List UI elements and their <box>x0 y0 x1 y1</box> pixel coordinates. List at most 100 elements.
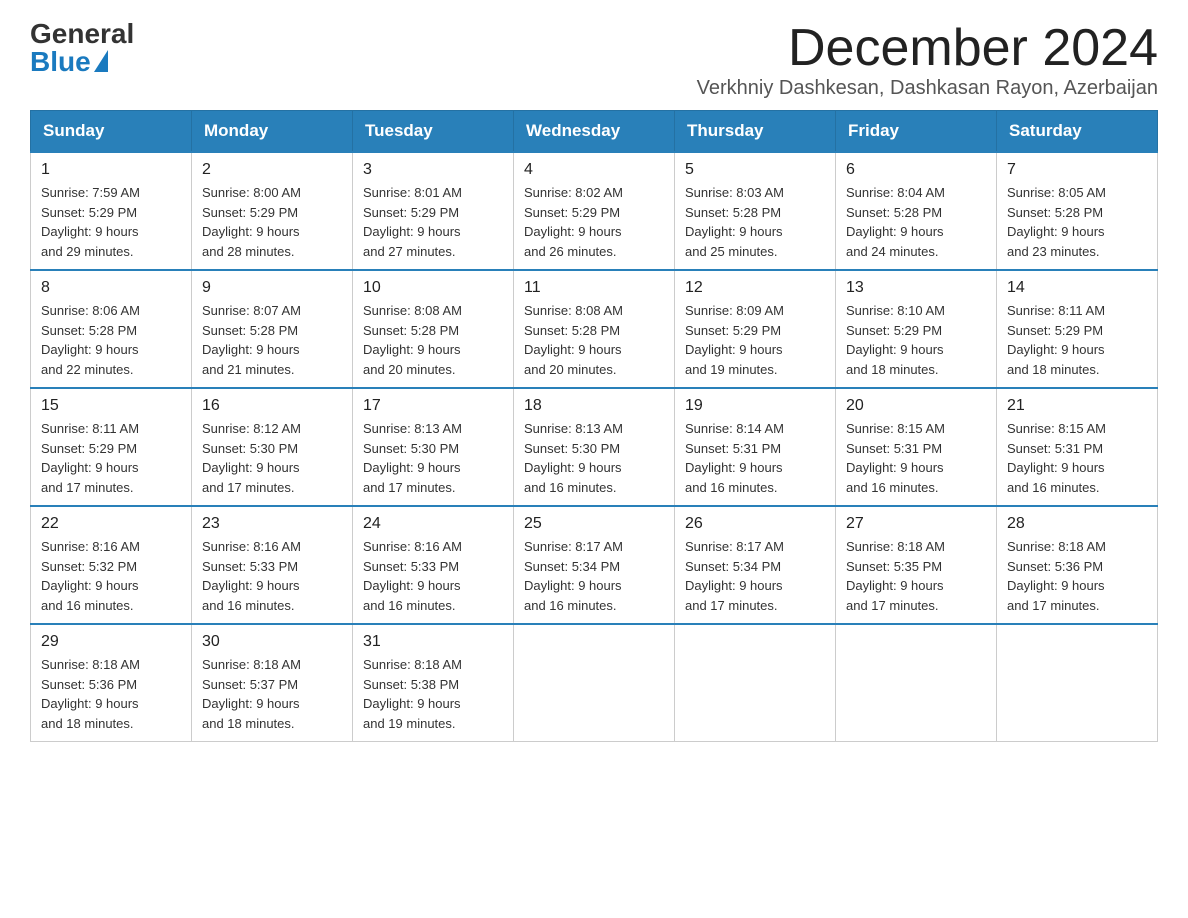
logo-blue-text: Blue <box>30 48 108 76</box>
calendar-cell: 16Sunrise: 8:12 AMSunset: 5:30 PMDayligh… <box>192 388 353 506</box>
day-info: Sunrise: 8:11 AMSunset: 5:29 PMDaylight:… <box>1007 301 1147 379</box>
calendar-cell: 29Sunrise: 8:18 AMSunset: 5:36 PMDayligh… <box>31 624 192 742</box>
calendar-cell: 8 Sunrise: 8:06 AMSunset: 5:28 PMDaylight… <box>31 270 192 388</box>
day-info: Sunrise: 8:17 AMSunset: 5:34 PMDaylight:… <box>524 537 664 615</box>
day-number: 3 <box>363 161 503 179</box>
calendar-cell: 2 Sunrise: 8:00 AMSunset: 5:29 PMDaylight… <box>192 152 353 270</box>
calendar-header-row: SundayMondayTuesdayWednesdayThursdayFrid… <box>31 111 1158 153</box>
logo-general-text: General <box>30 20 134 48</box>
day-info: Sunrise: 8:01 AMSunset: 5:29 PMDaylight:… <box>363 183 503 261</box>
day-header-thursday: Thursday <box>675 111 836 153</box>
day-header-friday: Friday <box>836 111 997 153</box>
calendar-cell: 3 Sunrise: 8:01 AMSunset: 5:29 PMDaylight… <box>353 152 514 270</box>
day-info: Sunrise: 8:08 AMSunset: 5:28 PMDaylight:… <box>524 301 664 379</box>
day-info: Sunrise: 8:04 AMSunset: 5:28 PMDaylight:… <box>846 183 986 261</box>
calendar-cell: 18Sunrise: 8:13 AMSunset: 5:30 PMDayligh… <box>514 388 675 506</box>
logo-triangle-icon <box>94 50 108 72</box>
calendar-cell: 27 Sunrise: 8:18 AMSunset: 5:35 PMDayligh… <box>836 506 997 624</box>
day-number: 20 <box>846 397 986 415</box>
day-info: Sunrise: 8:16 AMSunset: 5:33 PMDaylight:… <box>363 537 503 615</box>
calendar-table: SundayMondayTuesdayWednesdayThursdayFrid… <box>30 110 1158 742</box>
day-header-monday: Monday <box>192 111 353 153</box>
month-year-title: December 2024 <box>697 20 1158 77</box>
day-info: Sunrise: 8:05 AMSunset: 5:28 PMDaylight:… <box>1007 183 1147 261</box>
day-number: 2 <box>202 161 342 179</box>
calendar-cell: 13 Sunrise: 8:10 AMSunset: 5:29 PMDayligh… <box>836 270 997 388</box>
day-header-wednesday: Wednesday <box>514 111 675 153</box>
calendar-cell: 19 Sunrise: 8:14 AMSunset: 5:31 PMDayligh… <box>675 388 836 506</box>
day-info: Sunrise: 8:18 AMSunset: 5:35 PMDaylight:… <box>846 537 986 615</box>
day-info: Sunrise: 8:18 AMSunset: 5:38 PMDaylight:… <box>363 655 503 733</box>
location-subtitle: Verkhniy Dashkesan, Dashkasan Rayon, Aze… <box>697 77 1158 100</box>
day-info: Sunrise: 8:08 AMSunset: 5:28 PMDaylight:… <box>363 301 503 379</box>
calendar-cell <box>997 624 1158 742</box>
day-number: 17 <box>363 397 503 415</box>
day-info: Sunrise: 8:18 AMSunset: 5:37 PMDaylight:… <box>202 655 342 733</box>
day-number: 7 <box>1007 161 1147 179</box>
day-number: 30 <box>202 633 342 651</box>
day-number: 25 <box>524 515 664 533</box>
day-info: Sunrise: 8:15 AMSunset: 5:31 PMDaylight:… <box>846 419 986 497</box>
day-number: 10 <box>363 279 503 297</box>
day-header-saturday: Saturday <box>997 111 1158 153</box>
day-number: 5 <box>685 161 825 179</box>
calendar-cell: 4Sunrise: 8:02 AMSunset: 5:29 PMDaylight… <box>514 152 675 270</box>
calendar-cell <box>836 624 997 742</box>
calendar-cell <box>675 624 836 742</box>
calendar-cell: 26Sunrise: 8:17 AMSunset: 5:34 PMDayligh… <box>675 506 836 624</box>
logo: General Blue <box>30 20 134 76</box>
day-number: 27 <box>846 515 986 533</box>
day-number: 14 <box>1007 279 1147 297</box>
day-info: Sunrise: 8:10 AMSunset: 5:29 PMDaylight:… <box>846 301 986 379</box>
day-header-sunday: Sunday <box>31 111 192 153</box>
day-info: Sunrise: 8:11 AMSunset: 5:29 PMDaylight:… <box>41 419 181 497</box>
day-info: Sunrise: 8:02 AMSunset: 5:29 PMDaylight:… <box>524 183 664 261</box>
day-number: 11 <box>524 279 664 297</box>
calendar-week-row: 29Sunrise: 8:18 AMSunset: 5:36 PMDayligh… <box>31 624 1158 742</box>
calendar-cell: 7 Sunrise: 8:05 AMSunset: 5:28 PMDaylight… <box>997 152 1158 270</box>
calendar-cell: 15 Sunrise: 8:11 AMSunset: 5:29 PMDayligh… <box>31 388 192 506</box>
day-number: 15 <box>41 397 181 415</box>
calendar-cell: 6 Sunrise: 8:04 AMSunset: 5:28 PMDaylight… <box>836 152 997 270</box>
day-info: Sunrise: 8:00 AMSunset: 5:29 PMDaylight:… <box>202 183 342 261</box>
day-info: Sunrise: 8:13 AMSunset: 5:30 PMDaylight:… <box>363 419 503 497</box>
day-number: 26 <box>685 515 825 533</box>
day-info: Sunrise: 8:06 AMSunset: 5:28 PMDaylight:… <box>41 301 181 379</box>
day-number: 8 <box>41 279 181 297</box>
calendar-cell: 12Sunrise: 8:09 AMSunset: 5:29 PMDayligh… <box>675 270 836 388</box>
day-number: 13 <box>846 279 986 297</box>
day-number: 19 <box>685 397 825 415</box>
calendar-cell <box>514 624 675 742</box>
calendar-cell: 22Sunrise: 8:16 AMSunset: 5:32 PMDayligh… <box>31 506 192 624</box>
day-info: Sunrise: 8:03 AMSunset: 5:28 PMDaylight:… <box>685 183 825 261</box>
day-info: Sunrise: 8:15 AMSunset: 5:31 PMDaylight:… <box>1007 419 1147 497</box>
calendar-week-row: 22Sunrise: 8:16 AMSunset: 5:32 PMDayligh… <box>31 506 1158 624</box>
calendar-cell: 14 Sunrise: 8:11 AMSunset: 5:29 PMDayligh… <box>997 270 1158 388</box>
day-info: Sunrise: 8:07 AMSunset: 5:28 PMDaylight:… <box>202 301 342 379</box>
day-number: 9 <box>202 279 342 297</box>
day-number: 31 <box>363 633 503 651</box>
day-info: Sunrise: 8:09 AMSunset: 5:29 PMDaylight:… <box>685 301 825 379</box>
calendar-week-row: 1Sunrise: 7:59 AMSunset: 5:29 PMDaylight… <box>31 152 1158 270</box>
calendar-cell: 9 Sunrise: 8:07 AMSunset: 5:28 PMDaylight… <box>192 270 353 388</box>
calendar-cell: 24 Sunrise: 8:16 AMSunset: 5:33 PMDayligh… <box>353 506 514 624</box>
day-info: Sunrise: 8:18 AMSunset: 5:36 PMDaylight:… <box>1007 537 1147 615</box>
day-number: 16 <box>202 397 342 415</box>
day-number: 6 <box>846 161 986 179</box>
calendar-cell: 10 Sunrise: 8:08 AMSunset: 5:28 PMDayligh… <box>353 270 514 388</box>
calendar-week-row: 8 Sunrise: 8:06 AMSunset: 5:28 PMDaylight… <box>31 270 1158 388</box>
day-number: 22 <box>41 515 181 533</box>
day-info: Sunrise: 8:14 AMSunset: 5:31 PMDaylight:… <box>685 419 825 497</box>
calendar-cell: 5 Sunrise: 8:03 AMSunset: 5:28 PMDaylight… <box>675 152 836 270</box>
calendar-cell: 20 Sunrise: 8:15 AMSunset: 5:31 PMDayligh… <box>836 388 997 506</box>
calendar-cell: 23Sunrise: 8:16 AMSunset: 5:33 PMDayligh… <box>192 506 353 624</box>
calendar-cell: 21Sunrise: 8:15 AMSunset: 5:31 PMDayligh… <box>997 388 1158 506</box>
calendar-cell: 17 Sunrise: 8:13 AMSunset: 5:30 PMDayligh… <box>353 388 514 506</box>
calendar-week-row: 15 Sunrise: 8:11 AMSunset: 5:29 PMDayligh… <box>31 388 1158 506</box>
day-number: 24 <box>363 515 503 533</box>
day-number: 28 <box>1007 515 1147 533</box>
title-block: December 2024 Verkhniy Dashkesan, Dashka… <box>697 20 1158 100</box>
day-number: 29 <box>41 633 181 651</box>
calendar-cell: 31 Sunrise: 8:18 AMSunset: 5:38 PMDayligh… <box>353 624 514 742</box>
calendar-cell: 1Sunrise: 7:59 AMSunset: 5:29 PMDaylight… <box>31 152 192 270</box>
